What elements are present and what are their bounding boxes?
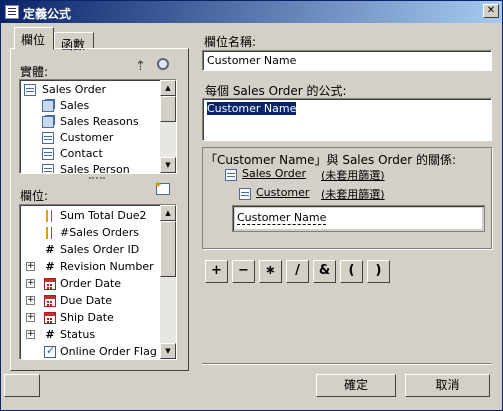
cancel-button[interactable]: 取消 xyxy=(405,374,490,397)
list-item[interactable]: #Sales Orders xyxy=(20,225,160,241)
close-button[interactable]: ✕ xyxy=(483,4,499,18)
entities-label: 實體: xyxy=(20,65,49,79)
fields-scrollbar[interactable]: ▲ ▼ xyxy=(160,205,176,359)
list-item[interactable]: Customer xyxy=(20,130,160,146)
close-paren-button[interactable]: ) xyxy=(367,260,390,283)
new-field-icon[interactable]: ✦ xyxy=(154,180,170,195)
list-item[interactable]: Sales Person xyxy=(20,162,160,173)
list-item[interactable]: Sales xyxy=(20,98,160,114)
number-icon: # xyxy=(45,243,55,256)
list-item[interactable]: + # Revision Number xyxy=(20,259,160,275)
filter-link[interactable]: (未套用篩選) xyxy=(321,186,385,202)
tab-fields[interactable]: 欄位 xyxy=(14,27,54,50)
scroll-down-button[interactable]: ▼ xyxy=(160,343,176,359)
help-button[interactable] xyxy=(4,374,40,397)
expand-icon[interactable]: + xyxy=(26,313,35,322)
list-item[interactable]: Online Order Flag xyxy=(20,344,160,359)
boolean-icon xyxy=(44,344,56,358)
table-icon xyxy=(42,164,54,173)
table-set-icon xyxy=(42,100,54,112)
filter-link[interactable]: (未套用篩選) xyxy=(321,167,385,183)
list-item[interactable]: + Ship Date xyxy=(20,310,160,326)
list-item[interactable]: Sales Reasons xyxy=(20,114,160,130)
calc-field-icon xyxy=(46,210,52,222)
relation-path-item: Customer (未套用篩選) xyxy=(239,186,439,202)
plus-button[interactable]: + xyxy=(205,260,228,283)
close-icon: ✕ xyxy=(486,5,496,16)
expand-icon[interactable]: + xyxy=(26,330,35,339)
formula-label: 每個 Sales Order 的公式: xyxy=(205,84,347,98)
bottom-separator xyxy=(202,363,492,365)
divide-button[interactable]: / xyxy=(286,260,309,283)
expand-icon[interactable]: + xyxy=(26,262,35,271)
entities-list: Sales Order Sales Sales Reasons Customer… xyxy=(19,79,177,174)
entities-scrollbar[interactable]: ▲ ▼ xyxy=(160,80,176,173)
ok-button[interactable]: 確定 xyxy=(316,374,396,397)
date-icon xyxy=(44,312,56,324)
fields-label: 欄位: xyxy=(20,189,49,203)
multiply-button[interactable]: ∗ xyxy=(259,260,282,283)
expand-icon[interactable]: + xyxy=(26,296,35,305)
calc-field-icon xyxy=(46,227,52,239)
relationship-title: 「Customer Name」與 Sales Order 的關係: xyxy=(205,153,457,167)
field-name-label: 欄位名稱: xyxy=(204,35,257,49)
formula-input[interactable]: Customer Name xyxy=(202,98,492,141)
selected-field-value: Customer Name xyxy=(237,211,327,225)
expand-icon[interactable]: + xyxy=(26,279,35,288)
scroll-thumb[interactable] xyxy=(160,221,176,277)
title-bar: 定義公式 ✕ xyxy=(1,1,502,23)
table-icon xyxy=(225,169,237,181)
selected-field-dropdown[interactable]: Customer Name xyxy=(232,205,485,232)
formula-text: Customer Name xyxy=(207,102,297,115)
table-icon xyxy=(24,84,36,96)
scroll-up-button[interactable]: ▲ xyxy=(160,205,176,221)
dialog-icon xyxy=(5,5,19,19)
fields-list: Sum Total Due2 #Sales Orders # Sales Ord… xyxy=(19,204,177,360)
navigate-up-icon[interactable]: ⇡ xyxy=(135,59,146,74)
date-icon xyxy=(44,278,56,290)
tab-functions[interactable]: 函數 xyxy=(54,32,94,52)
scroll-up-button[interactable]: ▲ xyxy=(160,80,176,96)
dialog-title: 定義公式 xyxy=(23,7,72,21)
splitter-grip[interactable] xyxy=(89,177,105,179)
field-name-input[interactable]: Customer Name xyxy=(202,50,492,71)
scroll-thumb[interactable] xyxy=(160,96,176,122)
list-item[interactable]: + Order Date xyxy=(20,276,160,292)
list-item[interactable]: + Due Date xyxy=(20,293,160,309)
relation-path-item: Sales Order (未套用篩選) xyxy=(225,167,425,183)
open-paren-button[interactable]: ( xyxy=(340,260,363,283)
number-icon: # xyxy=(45,328,55,341)
list-item[interactable]: Sales Order xyxy=(20,82,160,98)
minus-button[interactable]: − xyxy=(232,260,255,283)
search-icon[interactable] xyxy=(157,58,169,70)
list-item[interactable]: Sum Total Due2 xyxy=(20,208,160,224)
list-item[interactable]: + # Status xyxy=(20,327,160,343)
date-icon xyxy=(44,295,56,307)
list-item[interactable]: Contact xyxy=(20,146,160,162)
table-set-icon xyxy=(42,116,54,128)
define-formula-dialog: 定義公式 ✕ 欄位 函數 實體: ⇡ Sales Order Sales Sal… xyxy=(0,0,503,411)
table-icon xyxy=(42,148,54,160)
scroll-down-button[interactable]: ▼ xyxy=(160,157,176,173)
number-icon: # xyxy=(45,260,55,273)
ampersand-button[interactable]: & xyxy=(313,260,336,283)
relation-entity-link[interactable]: Sales Order xyxy=(242,167,306,180)
table-icon xyxy=(239,188,251,200)
list-item[interactable]: # Sales Order ID xyxy=(20,242,160,258)
table-icon xyxy=(42,132,54,144)
relation-entity-link[interactable]: Customer xyxy=(256,186,309,199)
